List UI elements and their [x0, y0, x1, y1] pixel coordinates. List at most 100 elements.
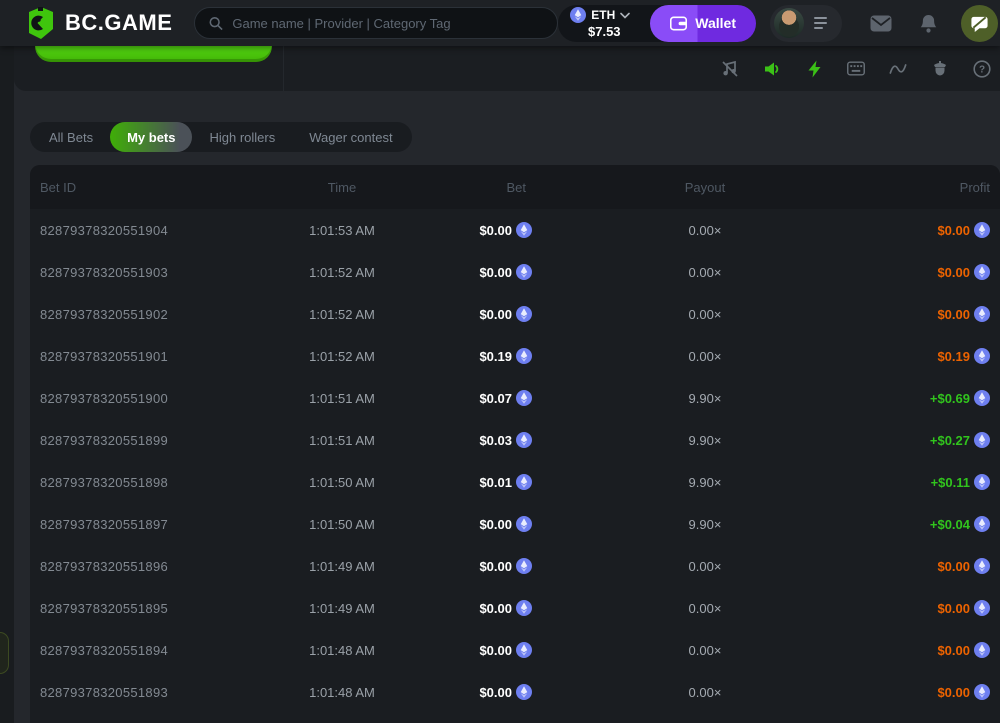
bet-cell: $0.00 — [412, 642, 532, 658]
col-time: Time — [272, 180, 412, 195]
payout-cell: 9.90× — [532, 433, 782, 448]
eth-coin-icon — [516, 600, 532, 616]
table-row[interactable]: 82879378320551896 1:01:49 AM $0.00 0.00×… — [30, 545, 1000, 587]
eth-coin-icon — [974, 684, 990, 700]
bet-amount: $0.00 — [479, 307, 512, 322]
table-row[interactable]: 82879378320551902 1:01:52 AM $0.00 0.00×… — [30, 293, 1000, 335]
tab-high-rollers[interactable]: High rollers — [192, 122, 292, 152]
table-row[interactable]: 82879378320551899 1:01:51 AM $0.03 9.90×… — [30, 419, 1000, 461]
tab-all-bets[interactable]: All Bets — [32, 122, 110, 152]
time-cell: 1:01:52 AM — [272, 349, 412, 364]
chevron-down-icon — [620, 12, 630, 19]
tab-my-bets[interactable]: My bets — [110, 122, 192, 152]
wallet-label: Wallet — [695, 15, 736, 31]
turbo-bolt-icon[interactable] — [805, 60, 823, 78]
table-row[interactable]: 82879378320551894 1:01:48 AM $0.00 0.00×… — [30, 629, 1000, 671]
table-row[interactable]: 82879378320551904 1:01:53 AM $0.00 0.00×… — [30, 209, 1000, 251]
menu-icon[interactable] — [814, 17, 830, 29]
eth-coin-icon — [516, 432, 532, 448]
table-row[interactable]: 82879378320551901 1:01:52 AM $0.19 0.00×… — [30, 335, 1000, 377]
side-flyout-handle[interactable] — [0, 632, 9, 674]
bet-id-cell: 82879378320551902 — [40, 307, 272, 322]
eth-coin-icon — [516, 516, 532, 532]
bet-amount: $0.00 — [479, 559, 512, 574]
table-row[interactable]: 82879378320551898 1:01:50 AM $0.01 9.90×… — [30, 461, 1000, 503]
bet-id-cell: 82879378320551904 — [40, 223, 272, 238]
payout-cell: 0.00× — [532, 349, 782, 364]
eth-coin-icon — [516, 684, 532, 700]
avatar[interactable] — [774, 8, 804, 38]
profit-amount: $0.00 — [937, 265, 970, 280]
col-profit: Profit — [782, 180, 990, 195]
profit-cell: $0.00 — [782, 600, 990, 616]
payout-cell: 9.90× — [532, 517, 782, 532]
time-cell: 1:01:48 AM — [272, 643, 412, 658]
search-input[interactable] — [232, 16, 543, 31]
time-cell: 1:01:48 AM — [272, 685, 412, 700]
bet-amount: $0.01 — [479, 475, 512, 490]
time-cell: 1:01:49 AM — [272, 601, 412, 616]
payout-cell: 9.90× — [532, 391, 782, 406]
sound-on-icon[interactable] — [763, 60, 781, 78]
bet-amount: $0.00 — [479, 517, 512, 532]
brand-wordmark: BC.GAME — [65, 10, 172, 36]
payout-cell: 0.00× — [532, 643, 782, 658]
chat-icon — [970, 14, 989, 33]
bell-icon[interactable] — [920, 14, 937, 33]
bet-id-cell: 82879378320551903 — [40, 265, 272, 280]
bet-cell: $0.01 — [412, 474, 532, 490]
hotkeys-keyboard-icon[interactable] — [847, 60, 865, 78]
trends-icon[interactable] — [889, 60, 907, 78]
col-bet: Bet — [412, 180, 532, 195]
bet-cell: $0.00 — [412, 264, 532, 280]
bet-id-cell: 82879378320551896 — [40, 559, 272, 574]
fairness-acorn-icon[interactable] — [931, 60, 949, 78]
table-row[interactable]: 82879378320551897 1:01:50 AM $0.00 9.90×… — [30, 503, 1000, 545]
currency-selector[interactable]: ETH $7.53 — [558, 7, 650, 39]
currency-wallet-group: ETH $7.53 Wallet — [558, 5, 756, 42]
bcgame-logo-icon — [26, 7, 56, 39]
profile-pill[interactable] — [770, 5, 842, 42]
bet-amount: $0.00 — [479, 223, 512, 238]
bet-amount: $0.19 — [479, 349, 512, 364]
tab-wager-contest[interactable]: Wager contest — [292, 122, 409, 152]
game-toolbar: ? — [721, 46, 991, 91]
mail-icon[interactable] — [870, 15, 892, 32]
bet-cell: $0.19 — [412, 348, 532, 364]
brand-logo[interactable]: BC.GAME — [26, 7, 172, 39]
chat-toggle-button[interactable] — [961, 5, 998, 42]
left-edge-strip — [0, 46, 14, 723]
col-payout: Payout — [532, 180, 782, 195]
time-cell: 1:01:51 AM — [272, 433, 412, 448]
bet-cell: $0.03 — [412, 432, 532, 448]
currency-code: ETH — [591, 8, 615, 22]
profit-amount: +$0.27 — [930, 433, 970, 448]
music-off-icon[interactable] — [721, 60, 739, 78]
table-row[interactable]: 82879378320551903 1:01:52 AM $0.00 0.00×… — [30, 251, 1000, 293]
bet-amount: $0.00 — [479, 643, 512, 658]
bet-id-cell: 82879378320551899 — [40, 433, 272, 448]
profit-cell: +$0.27 — [782, 432, 990, 448]
wallet-icon — [670, 16, 687, 31]
table-row[interactable]: 82879378320551893 1:01:48 AM $0.00 0.00×… — [30, 671, 1000, 713]
profit-amount: +$0.69 — [930, 391, 970, 406]
table-row[interactable]: 82879378320551900 1:01:51 AM $0.07 9.90×… — [30, 377, 1000, 419]
search-icon — [209, 16, 223, 31]
eth-coin-icon — [974, 432, 990, 448]
bet-amount: $0.00 — [479, 265, 512, 280]
eth-coin-icon — [974, 474, 990, 490]
col-bet-id: Bet ID — [40, 180, 272, 195]
my-bets-table: Bet ID Time Bet Payout Profit 8287937832… — [30, 165, 1000, 723]
game-search[interactable] — [194, 7, 558, 39]
bet-id-cell: 82879378320551900 — [40, 391, 272, 406]
bet-button[interactable] — [35, 46, 272, 62]
wallet-button[interactable]: Wallet — [650, 5, 756, 42]
bets-tabbar: All BetsMy betsHigh rollersWager contest — [30, 122, 412, 152]
profit-cell: $0.00 — [782, 558, 990, 574]
time-cell: 1:01:49 AM — [272, 559, 412, 574]
table-row[interactable]: 82879378320551895 1:01:49 AM $0.00 0.00×… — [30, 587, 1000, 629]
profit-amount: $0.00 — [937, 307, 970, 322]
profit-amount: $0.00 — [937, 685, 970, 700]
bet-cell: $0.00 — [412, 558, 532, 574]
help-icon[interactable]: ? — [973, 60, 991, 78]
